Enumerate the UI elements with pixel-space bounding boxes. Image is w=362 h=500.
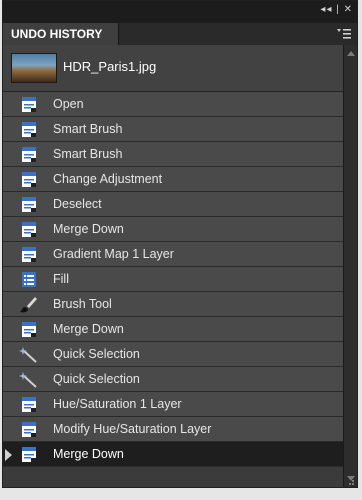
panel-tab-bar: UNDO HISTORY: [3, 23, 357, 46]
document-snapshot-row[interactable]: HDR_Paris1.jpg: [3, 45, 343, 92]
history-item-label: Deselect: [53, 197, 102, 211]
document-icon: [19, 120, 39, 139]
document-icon: [19, 95, 39, 114]
document-icon: [19, 220, 39, 239]
panel-menu-icon[interactable]: [337, 27, 351, 41]
list-icon: [19, 270, 39, 289]
history-item-label: Merge Down: [53, 222, 124, 236]
history-item[interactable]: Merge Down: [3, 317, 343, 342]
tab-undo-history[interactable]: UNDO HISTORY: [3, 23, 119, 45]
history-item-label: Quick Selection: [53, 347, 140, 361]
panel-window-controls[interactable]: ◂◂ | ✕: [320, 4, 353, 15]
history-item[interactable]: Change Adjustment: [3, 167, 343, 192]
history-item[interactable]: Smart Brush: [3, 142, 343, 167]
document-thumbnail: [11, 53, 57, 83]
history-item[interactable]: Smart Brush: [3, 117, 343, 142]
history-item[interactable]: Deselect: [3, 192, 343, 217]
history-item[interactable]: Fill: [3, 267, 343, 292]
history-item-label: Merge Down: [53, 447, 124, 461]
document-icon: [19, 395, 39, 414]
history-item-label: Modify Hue/Saturation Layer: [53, 422, 212, 436]
document-icon: [19, 420, 39, 439]
history-item[interactable]: Merge Down: [3, 442, 343, 467]
resize-grip-icon[interactable]: [345, 476, 355, 486]
history-item-label: Smart Brush: [53, 122, 123, 136]
history-item[interactable]: Modify Hue/Saturation Layer: [3, 417, 343, 442]
history-item-label: Merge Down: [53, 322, 124, 336]
history-item-label: Hue/Saturation 1 Layer: [53, 397, 182, 411]
history-item-label: Change Adjustment: [53, 172, 163, 186]
history-item-label: Brush Tool: [53, 297, 112, 311]
history-item[interactable]: Merge Down: [3, 217, 343, 242]
history-item-label: Gradient Map 1 Layer: [53, 247, 174, 261]
history-item[interactable]: Quick Selection: [3, 342, 343, 367]
document-icon: [19, 145, 39, 164]
history-item[interactable]: Brush Tool: [3, 292, 343, 317]
document-icon: [19, 170, 39, 189]
history-item[interactable]: Gradient Map 1 Layer: [3, 242, 343, 267]
history-item-label: Open: [53, 97, 84, 111]
history-list: Open Smart Brush Smart Brush Change Adjustm…: [3, 92, 343, 467]
brush-icon: [19, 295, 39, 314]
document-icon: [19, 245, 39, 264]
state-marker-icon[interactable]: [5, 449, 12, 461]
document-name: HDR_Paris1.jpg: [63, 59, 157, 74]
wand-icon: [19, 345, 39, 364]
scroll-up-icon[interactable]: [347, 51, 355, 56]
document-icon: [19, 320, 39, 339]
history-item-label: Fill: [53, 272, 69, 286]
document-icon: [19, 445, 39, 464]
undo-history-panel: ◂◂ | ✕ UNDO HISTORY HDR_Paris1.jpg Open S…: [2, 0, 358, 488]
history-item[interactable]: Hue/Saturation 1 Layer: [3, 392, 343, 417]
history-item[interactable]: Quick Selection: [3, 367, 343, 392]
document-icon: [19, 195, 39, 214]
scrollbar[interactable]: [343, 45, 357, 487]
wand-icon: [19, 370, 39, 389]
history-item-label: Smart Brush: [53, 147, 123, 161]
panel-top-bar: ◂◂ | ✕: [3, 1, 357, 24]
history-item-label: Quick Selection: [53, 372, 140, 386]
history-item[interactable]: Open: [3, 92, 343, 117]
